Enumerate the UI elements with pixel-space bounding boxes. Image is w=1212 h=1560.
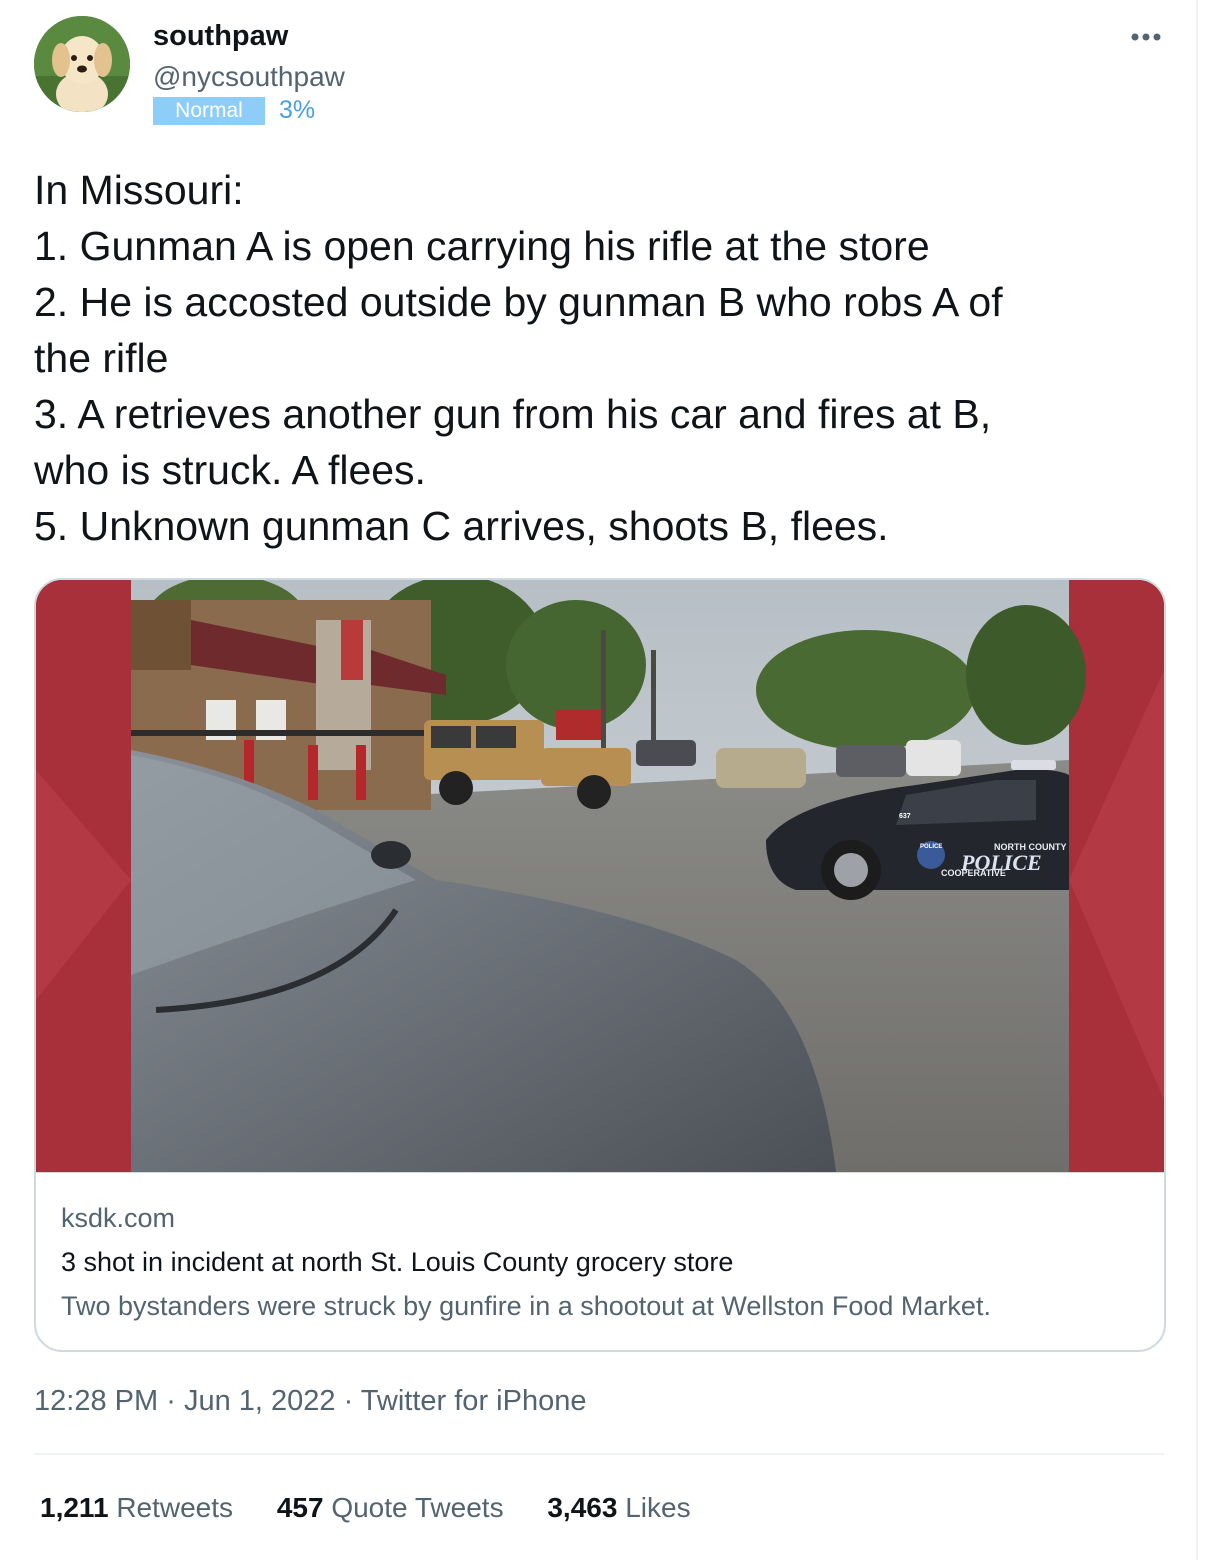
tweet-date[interactable]: Jun 1, 2022	[184, 1385, 336, 1417]
quotes-label: Quote Tweets	[331, 1492, 504, 1523]
tweet-meta: 12:28 PM · Jun 1, 2022 · Twitter for iPh…	[34, 1385, 586, 1418]
card-title[interactable]: 3 shot in incident at north St. Louis Co…	[61, 1247, 733, 1278]
user-handle[interactable]: @nycsouthpaw	[153, 61, 345, 93]
tweet-time[interactable]: 12:28 PM	[34, 1385, 158, 1417]
more-options-button[interactable]	[1124, 22, 1168, 52]
tweet-stats: 1,211 Retweets 457 Quote Tweets 3,463 Li…	[40, 1492, 727, 1524]
column-border	[1196, 0, 1198, 1560]
unit-number-text: 637	[899, 813, 911, 820]
retweets-count: 1,211	[40, 1492, 109, 1523]
tweet-line: 5. Unknown gunman C arrives, shoots B, f…	[34, 503, 889, 549]
likes-stat[interactable]: 3,463 Likes	[547, 1492, 690, 1524]
quote-tweets-stat[interactable]: 457 Quote Tweets	[277, 1492, 504, 1524]
tone-badge: Normal	[153, 97, 265, 125]
divider	[34, 1453, 1164, 1455]
retweets-label: Retweets	[116, 1492, 234, 1523]
card-domain: ksdk.com	[61, 1203, 176, 1233]
tweet-line: 2. He is accosted outside by gunman B wh…	[34, 279, 1003, 325]
likes-count: 3,463	[547, 1492, 618, 1523]
display-name[interactable]: southpaw	[153, 20, 288, 53]
meta-separator: ·	[343, 1385, 354, 1417]
police-badge-text: POLICE	[920, 844, 942, 850]
quotes-count: 457	[276, 1492, 324, 1523]
retweets-stat[interactable]: 1,211 Retweets	[40, 1492, 233, 1524]
tweet-line: who is struck. A flees.	[34, 447, 426, 493]
likes-label: Likes	[625, 1492, 691, 1523]
tweet-source[interactable]: Twitter for iPhone	[361, 1385, 587, 1417]
link-card[interactable]: NORTH COUNTY POLICE COOPERATIVE POLICE 6…	[34, 578, 1166, 1352]
tweet-text: In Missouri: 1. Gunman A is open carryin…	[34, 162, 1174, 554]
avatar[interactable]	[34, 16, 130, 112]
meta-separator: ·	[166, 1385, 176, 1417]
card-image[interactable]: NORTH COUNTY POLICE COOPERATIVE POLICE 6…	[36, 580, 1164, 1172]
tone-percent: 3%	[279, 96, 316, 124]
card-divider	[36, 1172, 1164, 1173]
tweet-line: In Missouri:	[34, 167, 244, 213]
tweet-line: the rifle	[34, 335, 169, 381]
tweet-line: 1. Gunman A is open carrying his rifle a…	[34, 223, 930, 269]
police-bottom-text: COOPERATIVE	[941, 868, 1006, 878]
tweet-line: 3. A retrieves another gun from his car …	[34, 391, 992, 437]
card-description: Two bystanders were struck by gunfire in…	[61, 1291, 991, 1321]
puppy-avatar-icon	[34, 16, 130, 112]
more-horizontal-icon	[1131, 33, 1161, 41]
